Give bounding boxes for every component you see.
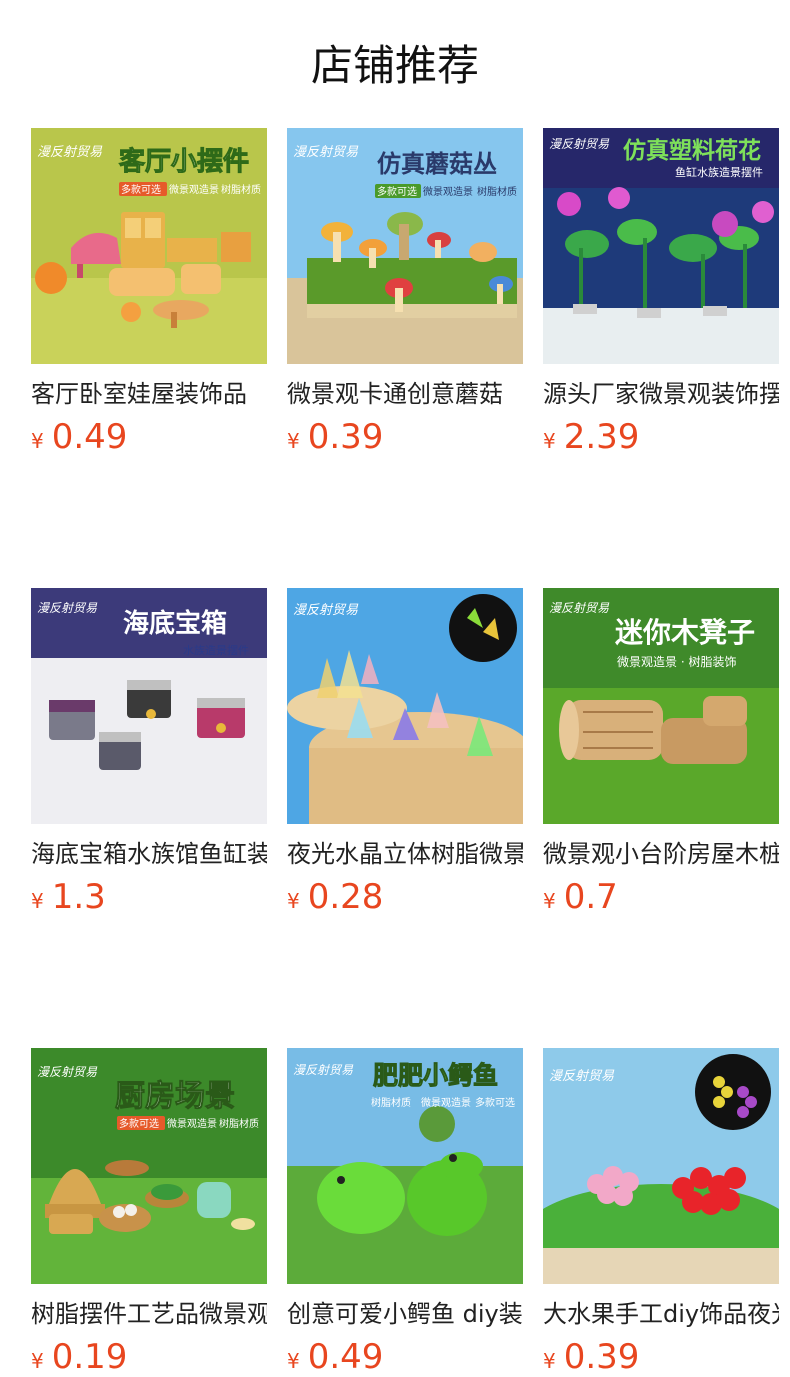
- glow-crystal-image[interactable]: 漫反射贸易: [287, 588, 523, 824]
- price-value: 0.39: [307, 417, 384, 457]
- product-name[interactable]: 树脂摆件工艺品微景观厨房: [31, 1298, 267, 1330]
- product-name[interactable]: 海底宝箱水族馆鱼缸装饰: [31, 838, 267, 870]
- currency-symbol: ¥: [543, 1349, 556, 1373]
- image-tag: 微景观造景 · 树脂装饰: [617, 654, 736, 669]
- product-name[interactable]: 客厅卧室娃屋装饰品: [31, 378, 267, 410]
- image-tag: 树脂材质: [221, 183, 261, 196]
- watermark-text: 漫反射贸易: [37, 601, 98, 615]
- image-headline: 仿真蘑菇丛: [377, 150, 497, 178]
- watermark-text: 漫反射贸易: [549, 137, 610, 151]
- living-room-miniatures-image[interactable]: 漫反射贸易 客厅小摆件 多款可选 微景观造景 树脂材质: [31, 128, 267, 364]
- price-value: 2.39: [563, 417, 640, 457]
- product-price: ¥ 0.28: [287, 878, 523, 916]
- wooden-bench-image[interactable]: 漫反射贸易 迷你木凳子 微景观造景 · 树脂装饰: [543, 588, 779, 824]
- image-headline: 仿真塑料荷花: [623, 137, 761, 164]
- product-name[interactable]: 创意可爱小鳄鱼 diy装饰: [287, 1298, 523, 1330]
- product-price: ¥ 2.39: [543, 418, 779, 456]
- image-tag: 微景观造景: [169, 183, 219, 196]
- image-tag: 水族造景摆件: [183, 643, 249, 657]
- image-headline: 肥肥小鳄鱼: [373, 1061, 498, 1090]
- currency-symbol: ¥: [543, 889, 556, 913]
- watermark-text: 漫反射贸易: [293, 145, 359, 160]
- product-price: ¥ 0.19: [31, 1338, 267, 1376]
- mushroom-cluster-image[interactable]: 漫反射贸易 仿真蘑菇丛 多款可选 微景观造景 树脂材质: [287, 128, 523, 364]
- image-headline: 厨房场景: [115, 1079, 235, 1114]
- kitchen-scene-image[interactable]: 漫反射贸易 厨房场景 多款可选 微景观造景 树脂材质: [31, 1048, 267, 1284]
- currency-symbol: ¥: [31, 889, 44, 913]
- image-tag: 微景观造景: [421, 1096, 471, 1109]
- product-grid: 漫反射贸易 客厅小摆件 多款可选 微景观造景 树脂材质 客厅卧室娃屋装饰品 ¥ …: [31, 128, 790, 1376]
- product-name[interactable]: 大水果手工diy饰品夜光: [543, 1298, 779, 1330]
- image-headline: 客厅小摆件: [119, 146, 249, 177]
- currency-symbol: ¥: [31, 1349, 44, 1373]
- image-tag: 微景观造景: [167, 1117, 217, 1130]
- watermark-text: 漫反射贸易: [37, 1065, 98, 1079]
- image-tag: 多款可选: [119, 1117, 159, 1130]
- watermark-text: 漫反射贸易: [549, 1069, 615, 1084]
- image-tag: 鱼缸水族造景摆件: [675, 165, 763, 179]
- product-price: ¥ 0.39: [287, 418, 523, 456]
- currency-symbol: ¥: [543, 429, 556, 453]
- image-tag: 多款可选: [475, 1096, 515, 1109]
- image-headline: 迷你木凳子: [615, 616, 755, 649]
- currency-symbol: ¥: [287, 889, 300, 913]
- product-card[interactable]: 漫反射贸易 仿真蘑菇丛 多款可选 微景观造景 树脂材质 微景观卡通创意蘑菇 ¥ …: [287, 128, 523, 456]
- product-price: ¥ 0.39: [543, 1338, 779, 1376]
- image-tag: 树脂材质: [219, 1117, 259, 1130]
- price-value: 0.28: [307, 877, 384, 917]
- product-price: ¥ 0.49: [287, 1338, 523, 1376]
- product-card[interactable]: 漫反射贸易 夜光水晶立体树脂微景观 ¥ 0.28: [287, 588, 523, 916]
- image-headline: 海底宝箱: [123, 608, 227, 639]
- currency-symbol: ¥: [287, 429, 300, 453]
- product-card[interactable]: 漫反射贸易 客厅小摆件 多款可选 微景观造景 树脂材质 客厅卧室娃屋装饰品 ¥ …: [31, 128, 267, 456]
- product-name[interactable]: 夜光水晶立体树脂微景观: [287, 838, 523, 870]
- artificial-lotus-image[interactable]: 漫反射贸易 仿真塑料荷花 鱼缸水族造景摆件: [543, 128, 779, 364]
- product-card[interactable]: 漫反射贸易 肥肥小鳄鱼 树脂材质 微景观造景 多款可选 创意可爱小鳄鱼 diy装…: [287, 1048, 523, 1376]
- product-price: ¥ 0.7: [543, 878, 779, 916]
- product-card[interactable]: 漫反射贸易 厨房场景 多款可选 微景观造景 树脂材质 树脂摆件工艺品微景观 ¥ …: [31, 1048, 267, 1376]
- product-card[interactable]: 漫反射贸易 海底宝箱 水族造景摆件 海底宝箱水族馆鱼缸装饰 ¥: [31, 588, 267, 916]
- product-price: ¥ 1.3: [31, 878, 267, 916]
- currency-symbol: ¥: [31, 429, 44, 453]
- product-card[interactable]: 漫反射贸易 大水果手工diy饰品夜光 ¥ 0.39: [543, 1048, 779, 1376]
- product-name[interactable]: 微景观卡通创意蘑菇: [287, 378, 523, 410]
- product-name[interactable]: 源头厂家微景观装饰摆件: [543, 378, 779, 410]
- grape-fruit-image[interactable]: 漫反射贸易: [543, 1048, 779, 1284]
- watermark-text: 漫反射贸易: [549, 601, 610, 615]
- crocodile-figure-image[interactable]: 漫反射贸易 肥肥小鳄鱼 树脂材质 微景观造景 多款可选: [287, 1048, 523, 1284]
- page-title: 店铺推荐: [310, 41, 479, 90]
- treasure-chest-image[interactable]: 漫反射贸易 海底宝箱 水族造景摆件: [31, 588, 267, 824]
- image-tag: 多款可选: [377, 185, 417, 198]
- watermark-text: 漫反射贸易: [293, 1063, 354, 1077]
- watermark-text: 漫反射贸易: [293, 603, 359, 618]
- image-tag: 树脂材质: [477, 185, 517, 198]
- price-value: 1.3: [51, 877, 106, 917]
- product-card[interactable]: 漫反射贸易 仿真塑料荷花 鱼缸水族造景摆件 源头厂家微景观装饰摆 ¥ 2.39: [543, 128, 779, 456]
- image-tag: 多款可选: [121, 183, 161, 196]
- watermark-text: 漫反射贸易: [37, 145, 103, 160]
- product-card[interactable]: 漫反射贸易 迷你木凳子 微景观造景 · 树脂装饰 微景观小台阶房屋木桩 ¥ 0.…: [543, 588, 779, 916]
- price-value: 0.7: [563, 877, 618, 917]
- product-name[interactable]: 微景观小台阶房屋木桩: [543, 838, 779, 870]
- image-tag: 树脂材质: [371, 1096, 411, 1109]
- store-recommend-page: 店铺推荐 漫反射贸易 客厅小摆件 多款可选 微景观造景 树脂材质 客厅卧室娃屋装…: [0, 0, 790, 1376]
- product-price: ¥ 0.49: [31, 418, 267, 456]
- image-tag: 微景观造景: [423, 185, 473, 198]
- price-value: 0.19: [51, 1337, 128, 1377]
- currency-symbol: ¥: [287, 1349, 300, 1373]
- price-value: 0.49: [51, 417, 128, 457]
- price-value: 0.49: [307, 1337, 384, 1377]
- price-value: 0.39: [563, 1337, 640, 1377]
